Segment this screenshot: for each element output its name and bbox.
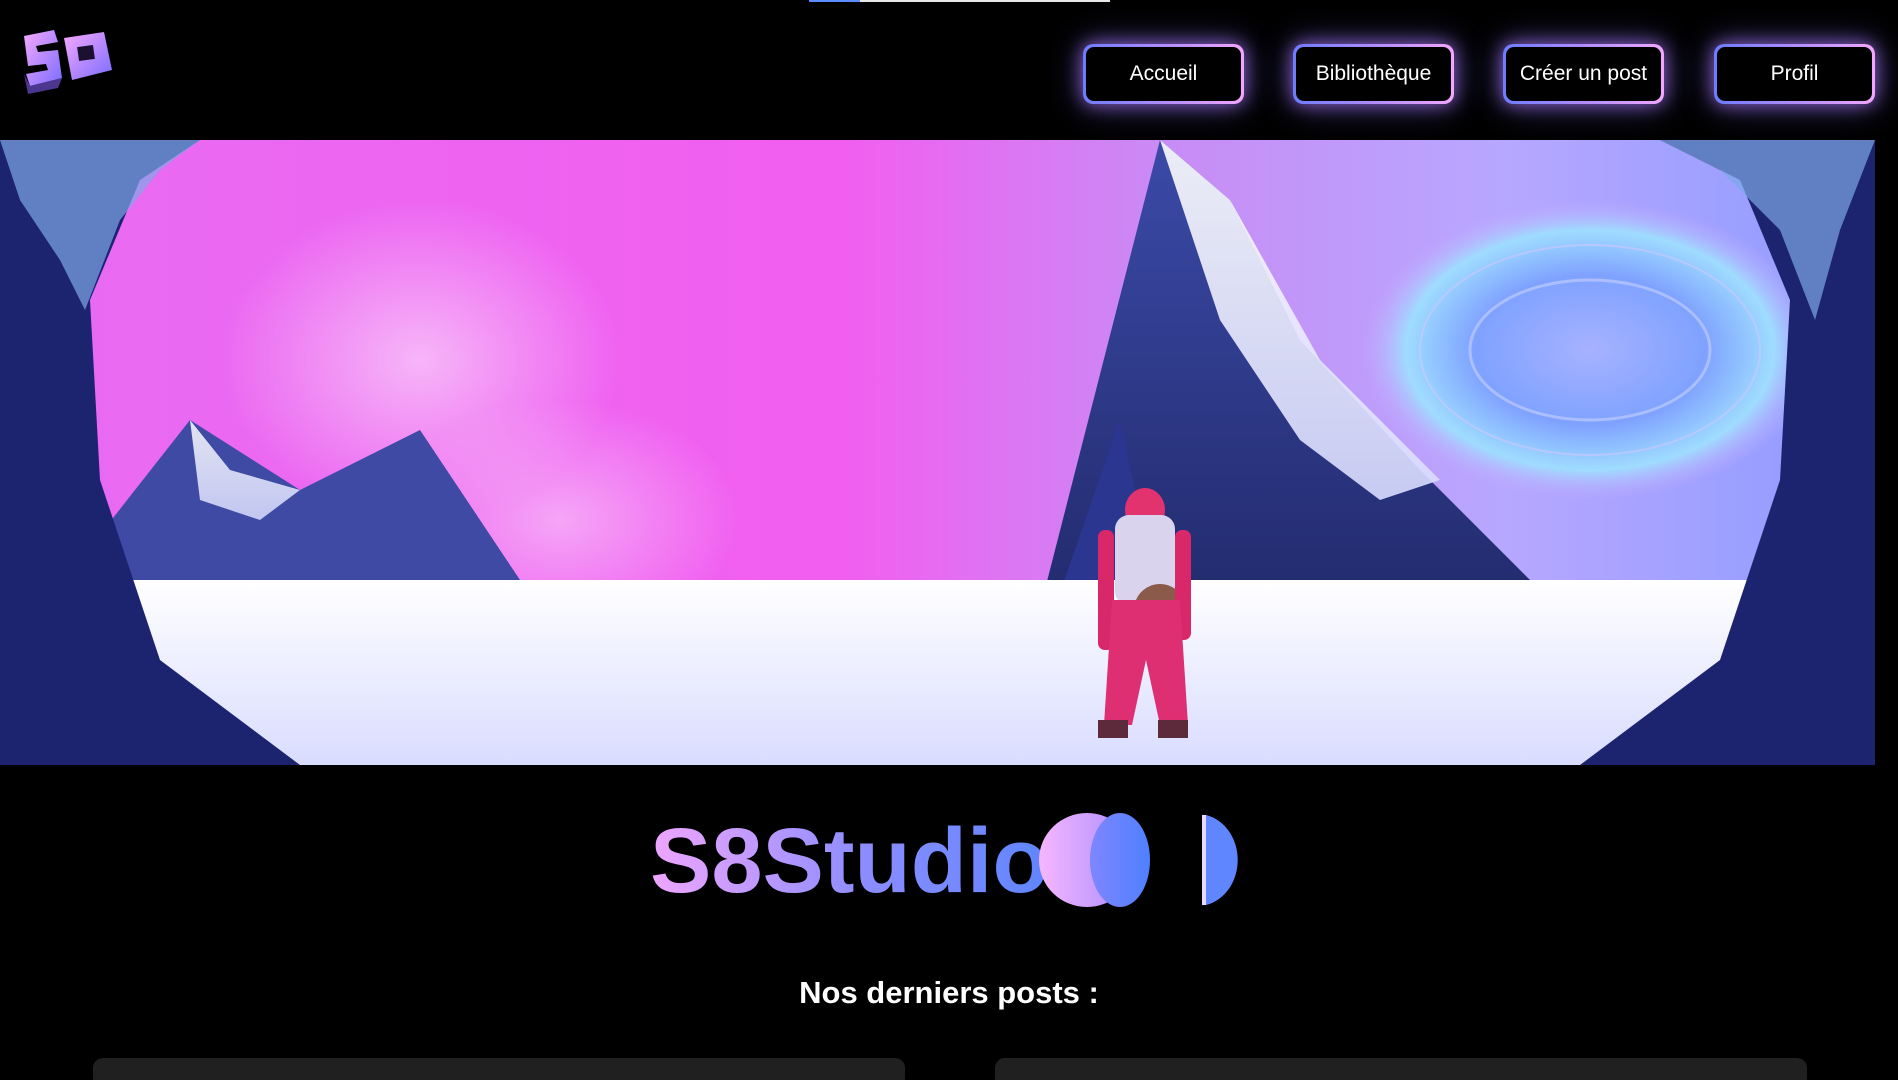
nav-button-profil-label: Profil xyxy=(1717,47,1872,101)
hero-banner-image xyxy=(0,140,1875,765)
nav-button-creer-un-post[interactable]: Créer un post xyxy=(1503,44,1664,104)
post-card[interactable] xyxy=(995,1058,1807,1080)
nav-button-bibliotheque[interactable]: Bibliothèque xyxy=(1293,44,1454,104)
latest-posts-heading: Nos derniers posts : xyxy=(799,975,1099,1010)
s8studio-wordmark-logo: S8Studio xyxy=(650,800,1250,920)
s8-logo-icon[interactable] xyxy=(18,28,116,94)
brand-name: S8Studio xyxy=(650,810,1049,912)
nav-button-accueil-label: Accueil xyxy=(1086,47,1241,101)
top-bar: Accueil Bibliothèque Créer un post Profi… xyxy=(0,0,1898,140)
nav-button-accueil[interactable]: Accueil xyxy=(1083,44,1244,104)
page: Accueil Bibliothèque Créer un post Profi… xyxy=(0,0,1898,1080)
nav-button-creer-un-post-label: Créer un post xyxy=(1506,47,1661,101)
post-card[interactable] xyxy=(93,1058,905,1080)
nav-button-profil[interactable]: Profil xyxy=(1714,44,1875,104)
nav-button-bibliotheque-label: Bibliothèque xyxy=(1296,47,1451,101)
main-nav: Accueil Bibliothèque Créer un post Profi… xyxy=(1083,44,1875,104)
